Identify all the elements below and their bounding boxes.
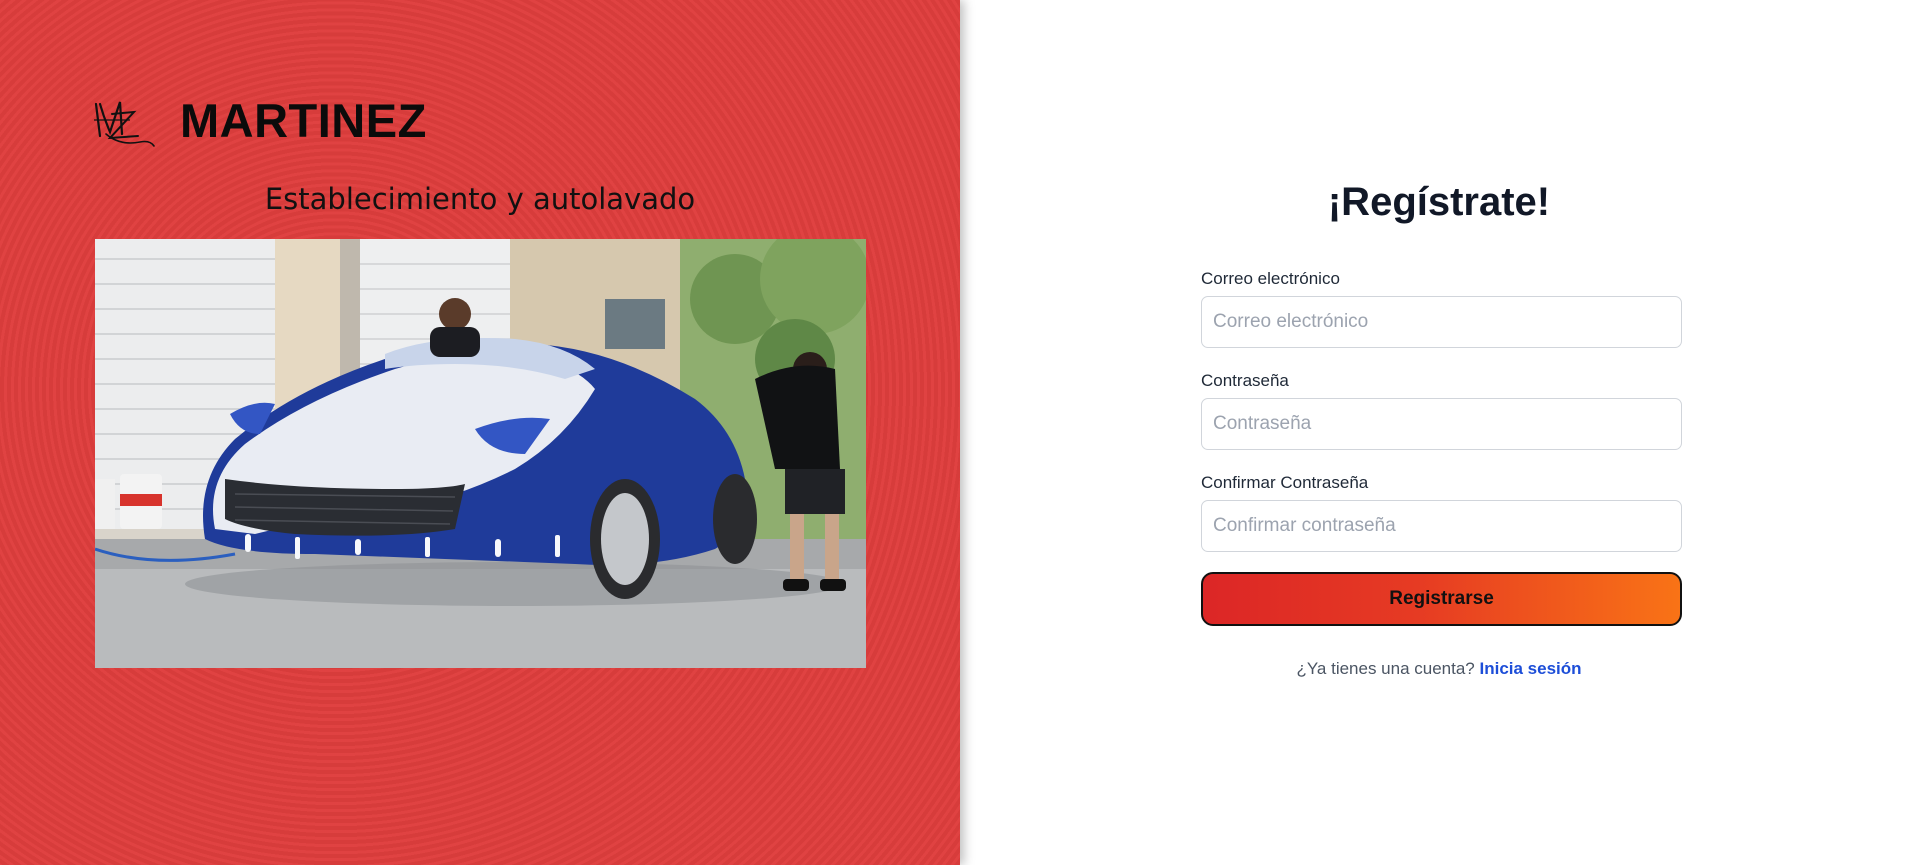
confirm-password-field-group: Confirmar Contraseña [1201,473,1682,552]
car-wash-photo [95,239,866,668]
mz-monogram-logo [94,101,155,147]
password-input[interactable] [1201,398,1682,450]
brand-panel: MARTINEZ Establecimiento y autolavado [0,0,960,865]
login-link[interactable]: Inicia sesión [1480,659,1582,678]
confirm-password-label: Confirmar Contraseña [1201,473,1369,492]
form-title: ¡Regístrate! [1327,180,1551,224]
login-prompt-text: ¿Ya tienes una cuenta? [1296,659,1475,678]
password-field-group: Contraseña [1201,371,1682,450]
brand-header: MARTINEZ [90,90,427,150]
email-field-group: Correo electrónico [1201,269,1682,348]
brand-name: MARTINEZ [180,93,427,147]
register-panel: ¡Regístrate! Correo electrónico Contrase… [960,0,1918,865]
email-input[interactable] [1201,296,1682,348]
email-label: Correo electrónico [1201,269,1340,288]
password-label: Contraseña [1201,371,1289,390]
login-prompt-row: ¿Ya tienes una cuenta? Inicia sesión [960,659,1918,679]
register-button[interactable]: Registrarse [1201,572,1682,626]
brand-subtitle: Establecimiento y autolavado [264,182,696,216]
confirm-password-input[interactable] [1201,500,1682,552]
